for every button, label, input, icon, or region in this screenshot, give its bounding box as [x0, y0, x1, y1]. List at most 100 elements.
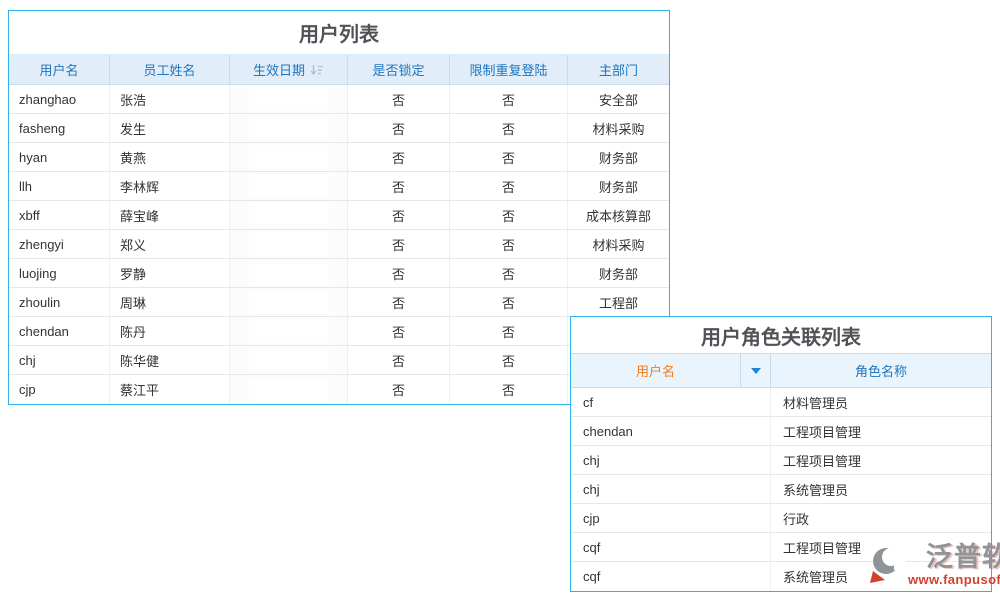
employee-name-cell: 罗静 — [110, 259, 230, 288]
effective-date-input[interactable] — [249, 116, 329, 140]
role-name-cell: 行政 — [770, 504, 991, 533]
main-department-cell: 工程部 — [568, 288, 669, 317]
employee-name-cell: 薛宝峰 — [110, 201, 230, 230]
username-cell: cf — [571, 388, 770, 417]
effective-date-cell — [230, 172, 348, 201]
main-department-cell: 财务部 — [568, 259, 669, 288]
sort-descending-icon[interactable] — [310, 64, 324, 76]
effective-date-cell — [230, 288, 348, 317]
effective-date-input[interactable] — [249, 87, 329, 111]
table-row[interactable]: cjp 行政 — [571, 504, 991, 533]
username-cell: chj — [571, 475, 770, 504]
effective-date-cell — [230, 201, 348, 230]
employee-name-cell: 周琳 — [110, 288, 230, 317]
table-row[interactable]: fasheng 发生 否 否 材料采购 — [9, 114, 669, 143]
role-name-cell: 系统管理员 — [770, 562, 991, 591]
table-row[interactable]: zhanghao 张浩 否 否 安全部 — [9, 85, 669, 114]
effective-date-input[interactable] — [249, 261, 329, 285]
column-header-main-department[interactable]: 主部门 — [568, 55, 669, 85]
effective-date-input[interactable] — [249, 174, 329, 198]
effective-date-cell — [230, 375, 348, 404]
main-department-cell: 财务部 — [568, 172, 669, 201]
effective-date-cell — [230, 114, 348, 143]
user-role-panel: 用户角色关联列表 用户名 角色名称 cf 材料管理员 chendan 工程项目管… — [570, 316, 992, 592]
main-department-cell: 成本核算部 — [568, 201, 669, 230]
username-cell: luojing — [9, 259, 110, 288]
username-cell: chendan — [9, 317, 110, 346]
table-row[interactable]: chj 工程项目管理 — [571, 446, 991, 475]
is-locked-cell: 否 — [348, 172, 450, 201]
table-row[interactable]: cqf 系统管理员 — [571, 562, 991, 591]
is-locked-cell: 否 — [348, 346, 450, 375]
employee-name-cell: 陈华健 — [110, 346, 230, 375]
employee-name-cell: 郑义 — [110, 230, 230, 259]
restrict-login-cell: 否 — [450, 346, 568, 375]
table-row[interactable]: hyan 黄燕 否 否 财务部 — [9, 143, 669, 172]
is-locked-cell: 否 — [348, 375, 450, 404]
role-name-cell: 系统管理员 — [770, 475, 991, 504]
is-locked-cell: 否 — [348, 317, 450, 346]
username-cell: cqf — [571, 562, 770, 591]
restrict-login-cell: 否 — [450, 288, 568, 317]
restrict-login-cell: 否 — [450, 375, 568, 404]
user-list-header-row: 用户名 员工姓名 生效日期 是否锁定 限制重复登陆 主部门 — [9, 55, 669, 85]
effective-date-input[interactable] — [249, 290, 329, 314]
table-row[interactable]: cqf 工程项目管理 — [571, 533, 991, 562]
column-header-effective-date[interactable]: 生效日期 — [230, 55, 348, 85]
role-name-cell: 工程项目管理 — [770, 446, 991, 475]
role-name-cell: 材料管理员 — [770, 388, 991, 417]
restrict-login-cell: 否 — [450, 143, 568, 172]
table-row[interactable]: cf 材料管理员 — [571, 388, 991, 417]
column-header-username-filtered[interactable]: 用户名 — [571, 354, 740, 387]
username-cell: cqf — [571, 533, 770, 562]
employee-name-cell: 黄燕 — [110, 143, 230, 172]
username-cell: chj — [9, 346, 110, 375]
employee-name-cell: 李林辉 — [110, 172, 230, 201]
restrict-login-cell: 否 — [450, 230, 568, 259]
username-cell: zhengyi — [9, 230, 110, 259]
effective-date-cell — [230, 346, 348, 375]
restrict-login-cell: 否 — [450, 172, 568, 201]
column-header-is-locked[interactable]: 是否锁定 — [348, 55, 450, 85]
effective-date-cell — [230, 143, 348, 172]
user-role-title: 用户角色关联列表 — [571, 317, 991, 353]
effective-date-input[interactable] — [249, 319, 329, 343]
table-row[interactable]: xbff 薛宝峰 否 否 成本核算部 — [9, 201, 669, 230]
effective-date-input[interactable] — [249, 203, 329, 227]
effective-date-cell — [230, 85, 348, 114]
table-row[interactable]: llh 李林辉 否 否 财务部 — [9, 172, 669, 201]
column-header-username[interactable]: 用户名 — [9, 55, 110, 85]
effective-date-input[interactable] — [249, 378, 329, 402]
username-cell: zhanghao — [9, 85, 110, 114]
effective-date-cell — [230, 230, 348, 259]
effective-date-input[interactable] — [249, 348, 329, 372]
username-cell: cjp — [571, 504, 770, 533]
is-locked-cell: 否 — [348, 114, 450, 143]
is-locked-cell: 否 — [348, 201, 450, 230]
username-cell: hyan — [9, 143, 110, 172]
effective-date-input[interactable] — [249, 145, 329, 169]
table-row[interactable]: luojing 罗静 否 否 财务部 — [9, 259, 669, 288]
table-row[interactable]: zhoulin 周琳 否 否 工程部 — [9, 288, 669, 317]
restrict-login-cell: 否 — [450, 201, 568, 230]
role-name-cell: 工程项目管理 — [770, 533, 991, 562]
is-locked-cell: 否 — [348, 230, 450, 259]
column-header-role-name[interactable]: 角色名称 — [770, 354, 991, 387]
role-name-cell: 工程项目管理 — [770, 417, 991, 446]
column-header-employee-name[interactable]: 员工姓名 — [110, 55, 230, 85]
table-row[interactable]: chendan 工程项目管理 — [571, 417, 991, 446]
restrict-login-cell: 否 — [450, 114, 568, 143]
filter-dropdown-icon[interactable] — [740, 354, 770, 387]
table-row[interactable]: zhengyi 郑义 否 否 材料采购 — [9, 230, 669, 259]
employee-name-cell: 张浩 — [110, 85, 230, 114]
user-list-title: 用户列表 — [9, 11, 669, 55]
effective-date-input[interactable] — [249, 232, 329, 256]
restrict-login-cell: 否 — [450, 259, 568, 288]
column-header-restrict-login[interactable]: 限制重复登陆 — [450, 55, 568, 85]
username-cell: chendan — [571, 417, 770, 446]
username-cell: fasheng — [9, 114, 110, 143]
table-row[interactable]: chj 系统管理员 — [571, 475, 991, 504]
employee-name-cell: 发生 — [110, 114, 230, 143]
username-cell: llh — [9, 172, 110, 201]
is-locked-cell: 否 — [348, 288, 450, 317]
